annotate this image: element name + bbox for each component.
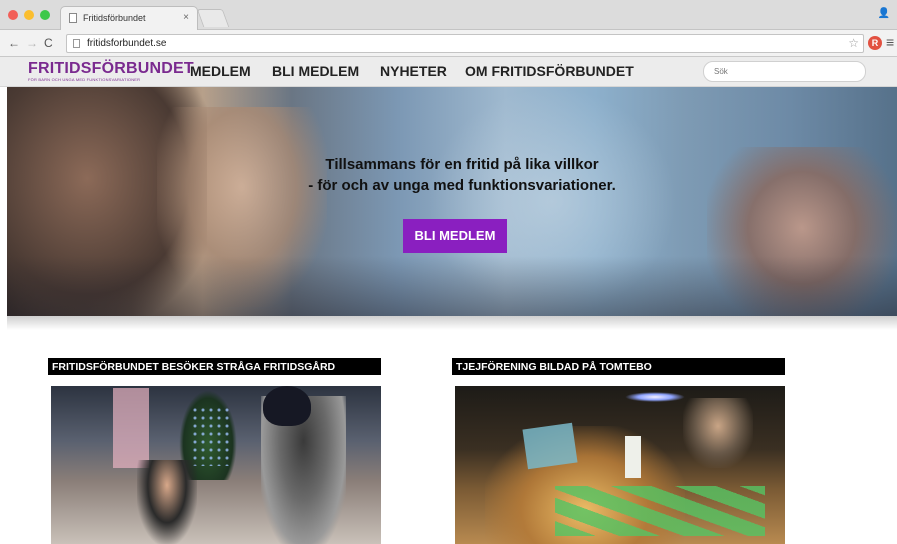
- address-bar[interactable]: fritidsforbundet.se ☆: [66, 34, 864, 53]
- nav-item-medlem[interactable]: MEDLEM: [190, 63, 251, 79]
- hero-divider: [7, 316, 897, 330]
- extension-icon[interactable]: R: [868, 36, 882, 50]
- site-header: FRITIDSFÖRBUNDET FÖR BARN OCH UNGA MED F…: [0, 57, 897, 87]
- image-detail: [137, 460, 197, 544]
- hero-shade: [7, 256, 897, 316]
- image-detail: [113, 388, 149, 468]
- image-detail: [683, 398, 753, 468]
- browser-toolbar: ← → C fritidsforbundet.se ☆ R ≡: [0, 30, 897, 57]
- reload-icon[interactable]: C: [44, 36, 53, 50]
- news-card-image[interactable]: [51, 386, 381, 544]
- news-card[interactable]: FRITIDSFÖRBUNDET BESÖKER STRÅGA FRITIDSG…: [48, 358, 381, 544]
- browser-menu-icon[interactable]: ≡: [886, 34, 894, 50]
- image-detail: [191, 406, 231, 466]
- hero-heading-line2: - för och av unga med funktionsvariation…: [308, 177, 616, 194]
- logo-text: FRITIDSFÖRBUNDET: [28, 60, 194, 77]
- image-detail: [522, 422, 578, 470]
- nav-item-bli-medlem[interactable]: BLI MEDLEM: [272, 63, 359, 79]
- tab-close-icon[interactable]: ×: [183, 12, 189, 23]
- forward-icon[interactable]: →: [26, 36, 38, 50]
- browser-tab-bar: Fritidsförbundet × 👤: [0, 0, 897, 30]
- page-icon: [69, 13, 77, 23]
- tab-title: Fritidsförbundet: [83, 13, 146, 23]
- bli-medlem-button[interactable]: BLI MEDLEM: [403, 219, 507, 253]
- page-icon: [73, 39, 80, 48]
- image-detail: [625, 392, 685, 402]
- close-window-button[interactable]: [8, 10, 18, 20]
- image-detail: [625, 436, 641, 478]
- minimize-window-button[interactable]: [24, 10, 34, 20]
- hero-banner: Tillsammans för en fritid på lika villko…: [7, 87, 897, 316]
- site-logo[interactable]: FRITIDSFÖRBUNDET FÖR BARN OCH UNGA MED F…: [28, 60, 194, 82]
- news-card-title[interactable]: TJEJFÖRENING BILDAD PÅ TOMTEBO: [452, 358, 785, 375]
- profile-icon[interactable]: 👤: [877, 8, 891, 22]
- news-card[interactable]: TJEJFÖRENING BILDAD PÅ TOMTEBO: [452, 358, 785, 544]
- nav-item-nyheter[interactable]: NYHETER: [380, 63, 447, 79]
- url-text[interactable]: fritidsforbundet.se: [87, 38, 167, 49]
- news-card-title[interactable]: FRITIDSFÖRBUNDET BESÖKER STRÅGA FRITIDSG…: [48, 358, 381, 375]
- bookmark-star-icon[interactable]: ☆: [848, 36, 859, 50]
- hero-heading-line1: Tillsammans för en fritid på lika villko…: [325, 156, 599, 173]
- image-detail: [555, 486, 765, 536]
- image-detail: [263, 386, 311, 426]
- search-input[interactable]: [703, 61, 866, 82]
- new-tab-button[interactable]: [196, 9, 230, 27]
- nav-item-om-fritidsforbundet[interactable]: OM FRITIDSFÖRBUNDET: [465, 63, 634, 79]
- news-card-image[interactable]: [455, 386, 785, 544]
- maximize-window-button[interactable]: [40, 10, 50, 20]
- browser-tab[interactable]: Fritidsförbundet ×: [60, 6, 198, 30]
- back-icon[interactable]: ←: [8, 36, 20, 50]
